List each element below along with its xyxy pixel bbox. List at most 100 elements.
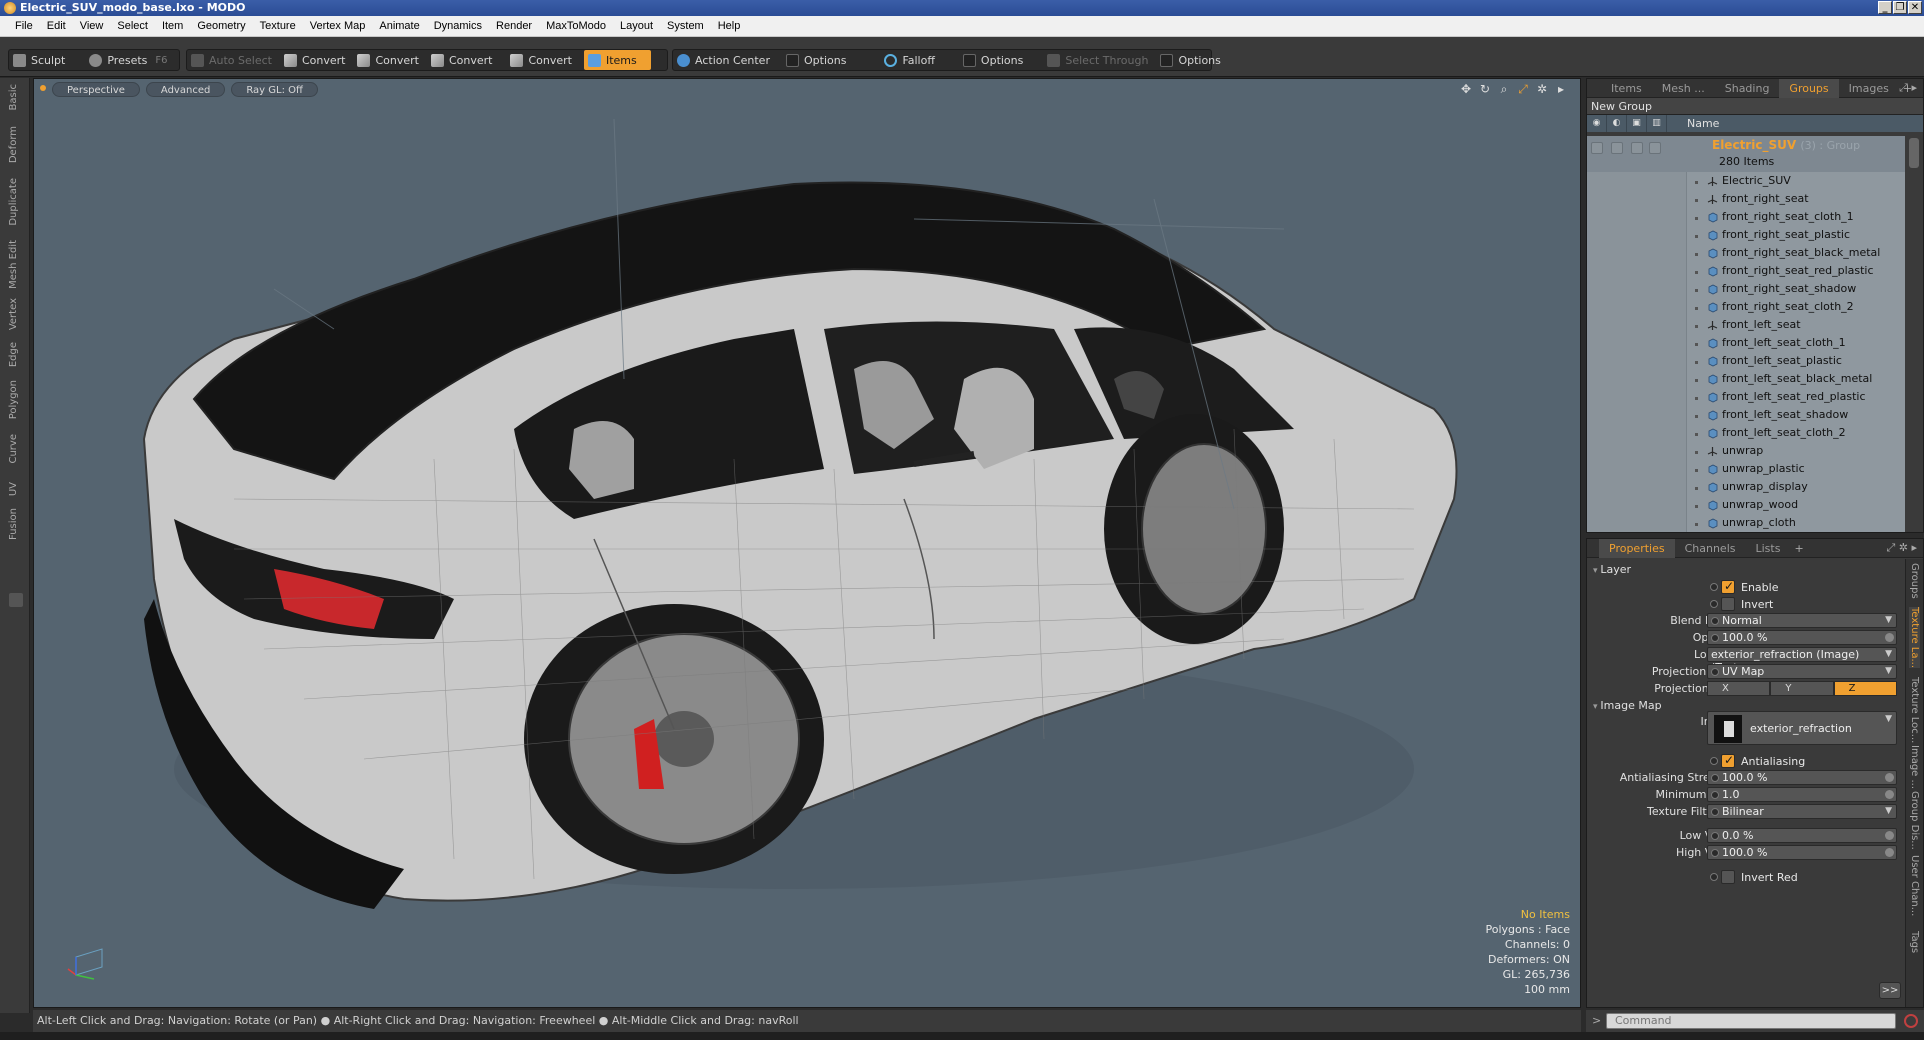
- add-tab-icon[interactable]: +: [1790, 542, 1807, 555]
- section-layer[interactable]: Layer: [1593, 563, 1631, 576]
- enable-channel-dot[interactable]: [1710, 583, 1718, 591]
- menu-edit[interactable]: Edit: [40, 20, 73, 32]
- tree-row[interactable]: Electric_SUV: [1587, 173, 1905, 191]
- antialiasing-channel-dot[interactable]: [1710, 757, 1718, 765]
- tree-row[interactable]: unwrap_cloth: [1587, 515, 1905, 532]
- restore-button[interactable]: ❐: [1893, 1, 1907, 14]
- lock-column-icon[interactable]: ▣: [1627, 115, 1647, 132]
- side-tab-groups[interactable]: Groups: [1909, 563, 1920, 599]
- side-tab-texture-layer[interactable]: Texture La...: [1909, 607, 1920, 669]
- antialiasing-checkbox[interactable]: [1721, 753, 1735, 768]
- action-center-button[interactable]: Action Center: [673, 50, 778, 70]
- convert-materials-button[interactable]: Convert: [506, 50, 580, 70]
- visibility-column-icon[interactable]: ◉: [1587, 115, 1607, 132]
- tab-vertex[interactable]: Vertex: [8, 298, 19, 330]
- group-row-electric-suv[interactable]: Electric_SUV (3) : Group 280 Items: [1587, 136, 1905, 172]
- tree-row[interactable]: front_right_seat_plastic: [1587, 227, 1905, 245]
- select-through-button[interactable]: Select Through: [1043, 50, 1156, 70]
- menu-file[interactable]: File: [8, 20, 40, 32]
- tree-row[interactable]: front_left_seat_plastic: [1587, 353, 1905, 371]
- command-history-icon[interactable]: >: [1592, 1014, 1601, 1027]
- action-options-button[interactable]: Options: [782, 50, 854, 70]
- menu-system[interactable]: System: [660, 20, 711, 32]
- menu-help[interactable]: Help: [711, 20, 748, 32]
- group-visibility-toggle[interactable]: [1591, 142, 1603, 154]
- falloff-options-button[interactable]: Options: [959, 50, 1031, 70]
- axis-x-button[interactable]: X: [1707, 681, 1771, 696]
- convert-polygons-button[interactable]: Convert: [427, 50, 501, 70]
- group-render-toggle[interactable]: [1611, 142, 1623, 154]
- more-properties-button[interactable]: >>: [1879, 982, 1901, 999]
- locator-dropdown[interactable]: exterior_refraction (Image) (Text...▼: [1707, 647, 1897, 674]
- menu-geometry[interactable]: Geometry: [190, 20, 252, 32]
- image-picker[interactable]: exterior_refraction ▼: [1707, 711, 1897, 745]
- convert-vertices-button[interactable]: Convert: [280, 50, 354, 70]
- tab-edge[interactable]: Edge: [8, 342, 19, 367]
- slider-handle-icon[interactable]: [1885, 773, 1894, 782]
- slider-handle-icon[interactable]: [1885, 848, 1894, 857]
- tab-basic[interactable]: Basic: [8, 84, 19, 110]
- high-value-field[interactable]: 100.0 %: [1707, 845, 1897, 860]
- invert-red-checkbox[interactable]: [1721, 870, 1735, 884]
- tab-channels[interactable]: Channels: [1675, 539, 1746, 558]
- view-mode-button[interactable]: Perspective: [52, 81, 140, 97]
- slider-handle-icon[interactable]: [1885, 633, 1894, 642]
- panel-maximize-icon[interactable]: ⤢ ✲ ▸: [1886, 541, 1917, 555]
- close-button[interactable]: ✕: [1908, 1, 1922, 14]
- falloff-button[interactable]: Falloff: [880, 50, 942, 70]
- command-input[interactable]: Command: [1606, 1013, 1896, 1029]
- side-tab-texture-locator[interactable]: Texture Loc...: [1909, 677, 1920, 743]
- menu-animate[interactable]: Animate: [372, 20, 426, 32]
- tree-row[interactable]: front_left_seat_shadow: [1587, 407, 1905, 425]
- fit-view-icon[interactable]: ⤢: [1516, 82, 1530, 96]
- tree-row[interactable]: front_left_seat_cloth_2: [1587, 425, 1905, 443]
- tab-items[interactable]: Items: [1601, 79, 1652, 98]
- tree-row[interactable]: unwrap_display: [1587, 479, 1905, 497]
- menu-maxtomodo[interactable]: MaxToModo: [539, 20, 613, 32]
- tree-row[interactable]: front_right_seat_shadow: [1587, 281, 1905, 299]
- texture-filtering-dropdown[interactable]: Bilinear ▼: [1707, 804, 1897, 819]
- new-group-button[interactable]: New Group: [1587, 98, 1923, 115]
- group-lock-toggle[interactable]: [1631, 142, 1643, 154]
- blend-mode-dropdown[interactable]: Normal ▼: [1707, 613, 1897, 628]
- tree-row[interactable]: front_right_seat: [1587, 191, 1905, 209]
- tab-deform[interactable]: Deform: [8, 126, 19, 163]
- menu-layout[interactable]: Layout: [613, 20, 660, 32]
- viewport-menu-dot[interactable]: [40, 85, 46, 91]
- auto-select-button[interactable]: Auto Select: [187, 50, 280, 70]
- side-tab-user-channels[interactable]: User Chan...: [1909, 855, 1920, 916]
- tree-row[interactable]: unwrap_plastic: [1587, 461, 1905, 479]
- invert-red-channel-dot[interactable]: [1710, 873, 1718, 881]
- tree-row[interactable]: unwrap: [1587, 443, 1905, 461]
- projection-type-dropdown[interactable]: UV Map ▼: [1707, 664, 1897, 679]
- tab-properties[interactable]: Properties: [1599, 538, 1675, 558]
- 3d-viewport[interactable]: Perspective Advanced Ray GL: Off ✥ ↻ ⌕ ⤢…: [33, 78, 1581, 1008]
- tab-groups[interactable]: Groups: [1779, 78, 1839, 98]
- stop-icon[interactable]: [1904, 1014, 1918, 1028]
- side-tab-group-display[interactable]: Group Dis...: [1909, 791, 1920, 850]
- tab-mesh-edit[interactable]: Mesh Edit: [8, 240, 19, 289]
- tree-row[interactable]: front_left_seat_red_plastic: [1587, 389, 1905, 407]
- tree-row[interactable]: front_right_seat_red_plastic: [1587, 263, 1905, 281]
- expand-arrow-icon[interactable]: ▸: [1554, 82, 1568, 96]
- low-value-field[interactable]: 0.0 %: [1707, 828, 1897, 843]
- tab-images[interactable]: Images: [1839, 79, 1899, 98]
- slider-handle-icon[interactable]: [1885, 831, 1894, 840]
- tab-shading[interactable]: Shading: [1715, 79, 1780, 98]
- shading-mode-button[interactable]: Advanced: [145, 81, 226, 97]
- menu-dynamics[interactable]: Dynamics: [427, 20, 489, 32]
- axis-z-button[interactable]: Z: [1833, 681, 1897, 696]
- items-mode-button[interactable]: Items: [583, 50, 651, 70]
- tab-polygon[interactable]: Polygon: [8, 380, 19, 419]
- group-select-toggle[interactable]: [1649, 142, 1661, 154]
- min-spot-field[interactable]: 1.0: [1707, 787, 1897, 802]
- tree-row[interactable]: front_right_seat_black_metal: [1587, 245, 1905, 263]
- side-tab-image[interactable]: Image ...: [1909, 745, 1920, 789]
- tree-row[interactable]: front_left_seat_cloth_1: [1587, 335, 1905, 353]
- tab-duplicate[interactable]: Duplicate: [8, 178, 19, 226]
- tree-row[interactable]: unwrap_wood: [1587, 497, 1905, 515]
- aa-strength-field[interactable]: 100.0 %: [1707, 770, 1897, 785]
- opacity-field[interactable]: 100.0 %: [1707, 630, 1897, 645]
- tab-mesh[interactable]: Mesh ...: [1652, 79, 1715, 98]
- tree-row[interactable]: front_left_seat_black_metal: [1587, 371, 1905, 389]
